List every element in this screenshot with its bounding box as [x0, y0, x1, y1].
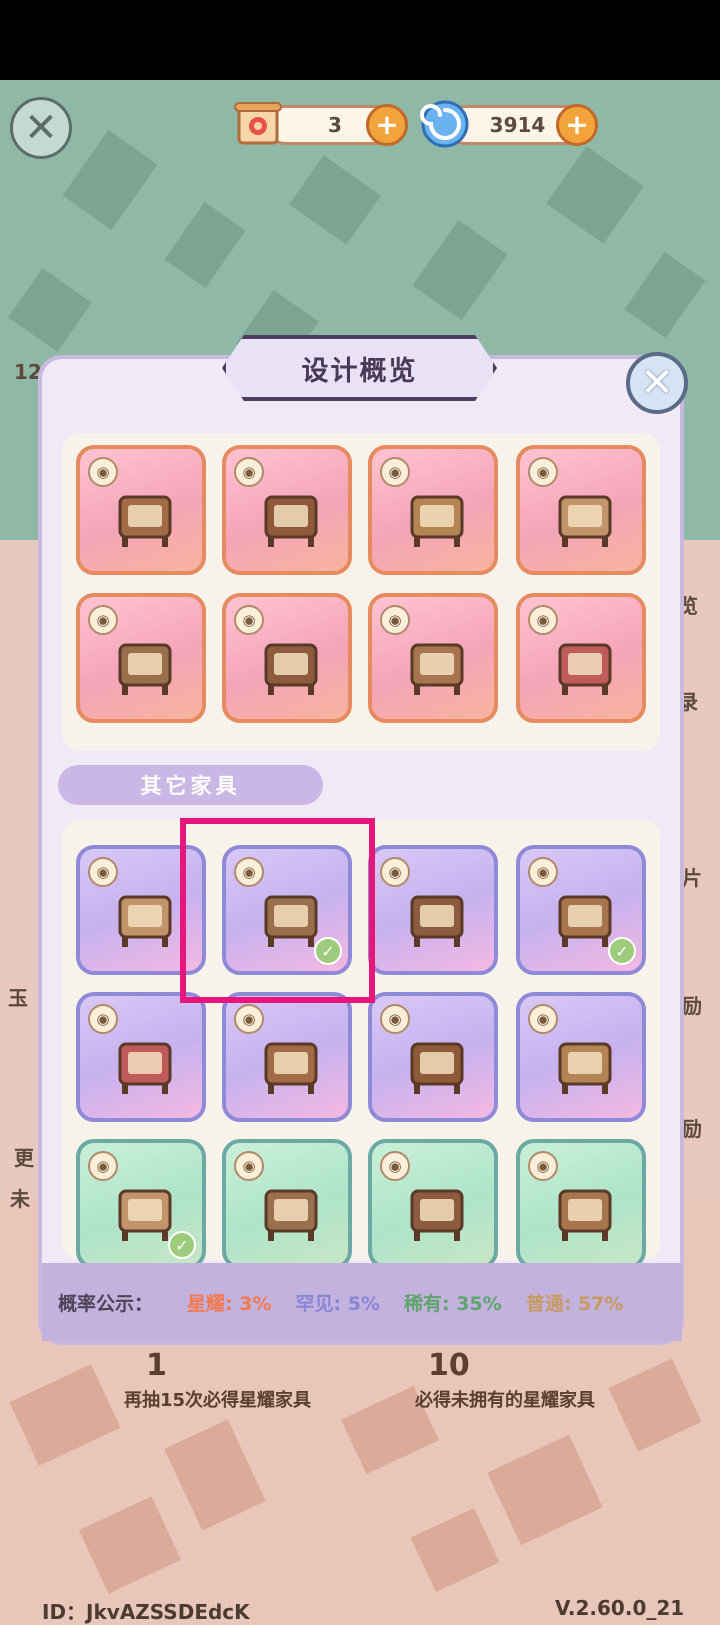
probability-title: 概率公示： [58, 1292, 154, 1315]
other-furniture-card[interactable]: ◉ [368, 845, 498, 975]
other-furniture-card[interactable]: ◉ [368, 1139, 498, 1269]
other-furniture-card[interactable]: ◉ ✓ [516, 845, 646, 975]
pity-right-number: 10 [428, 1348, 470, 1383]
star-furniture-card[interactable]: ◉ [516, 593, 646, 723]
close-icon: ✕ [640, 360, 674, 406]
canopy-bed-icon [108, 627, 182, 701]
other-furniture-card[interactable]: ◉ ✓ [76, 1139, 206, 1269]
star-furniture-card[interactable]: ◉ [368, 593, 498, 723]
other-furniture-card[interactable]: ◉ [76, 992, 206, 1122]
pity-left-text: 再抽15次必得星耀家具 [124, 1390, 312, 1411]
modal-close-button[interactable]: ✕ [626, 352, 688, 414]
prob-star: 星耀: 3% [187, 1292, 272, 1315]
fox-plush-icon [400, 1173, 474, 1247]
side-label-reward-2: 励 [682, 1117, 702, 1141]
flower-swing-icon [108, 879, 182, 953]
armchair-icon [400, 479, 474, 553]
side-label-photo: 片 [682, 866, 702, 890]
cabinet-bed-icon [108, 479, 182, 553]
hanging-lantern-icon [548, 627, 622, 701]
star-furniture-card[interactable]: ◉ [222, 445, 352, 575]
add-orb-button[interactable]: + [556, 104, 598, 146]
modal-title: 设计概览 [222, 335, 497, 401]
orb-count: 3914 [489, 113, 546, 137]
dollhouse-icon [548, 1173, 622, 1247]
pity-left-number: 1 [146, 1348, 167, 1383]
balloon-bunch-icon [108, 1026, 182, 1100]
close-main-button[interactable]: ✕ [10, 97, 72, 159]
other-furniture-card[interactable]: ◉ [516, 1139, 646, 1269]
folding-screen-icon [254, 627, 328, 701]
other-furniture-card[interactable]: ◉ [516, 992, 646, 1122]
ticket-count: 3 [328, 113, 342, 137]
heart-decor-icon [548, 1026, 622, 1100]
side-label-jade: 玉 [8, 986, 28, 1010]
plus-icon: + [375, 108, 399, 141]
probability-bar: 概率公示： 星耀: 3% 罕见: 5% 稀有: 35% 普通: 57% [42, 1263, 682, 1341]
other-furniture-card[interactable]: ◉ [222, 1139, 352, 1269]
ticket-scroll-icon [228, 93, 288, 155]
daybed-sofa-icon [548, 479, 622, 553]
swirl-orb-icon [415, 93, 475, 155]
star-furniture-card[interactable]: ◉ [222, 593, 352, 723]
app-version: V.2.60.0_21 [555, 1596, 685, 1620]
pity-right-text: 必得未拥有的星耀家具 [415, 1390, 595, 1411]
star-furniture-card[interactable]: ◉ [76, 445, 206, 575]
star-furniture-card[interactable]: ◉ [516, 445, 646, 575]
player-id: ID：JkvAZSSDEdcK [42, 1600, 250, 1624]
prob-common: 普通: 57% [525, 1292, 624, 1315]
clothes-rack-icon [254, 479, 328, 553]
prob-uncommon: 罕见: 5% [295, 1292, 380, 1315]
star-furniture-card[interactable]: ◉ [76, 593, 206, 723]
owned-check-icon: ✓ [168, 1231, 196, 1259]
side-label-un: 未 [10, 1187, 30, 1211]
other-furniture-card[interactable]: ◉ [368, 992, 498, 1122]
wall-window-icon [400, 627, 474, 701]
flower-lamp-icon [254, 1026, 328, 1100]
jewelry-tree-icon [400, 879, 474, 953]
side-label-reward-1: 励 [682, 994, 702, 1018]
other-furniture-label: 其它家具 [58, 765, 323, 805]
owned-check-icon: ✓ [608, 937, 636, 965]
plus-icon: + [565, 108, 589, 141]
other-furniture-card[interactable]: ◉ [222, 992, 352, 1122]
selection-highlight [180, 818, 375, 1003]
status-bar [0, 0, 720, 80]
cat-bag-brown-icon [254, 1173, 328, 1247]
add-ticket-button[interactable]: + [366, 104, 408, 146]
side-label-more: 更 [14, 1146, 34, 1170]
close-icon: ✕ [24, 105, 58, 151]
carousel-icon [400, 1026, 474, 1100]
prob-rare: 稀有: 35% [403, 1292, 502, 1315]
star-furniture-card[interactable]: ◉ [368, 445, 498, 575]
